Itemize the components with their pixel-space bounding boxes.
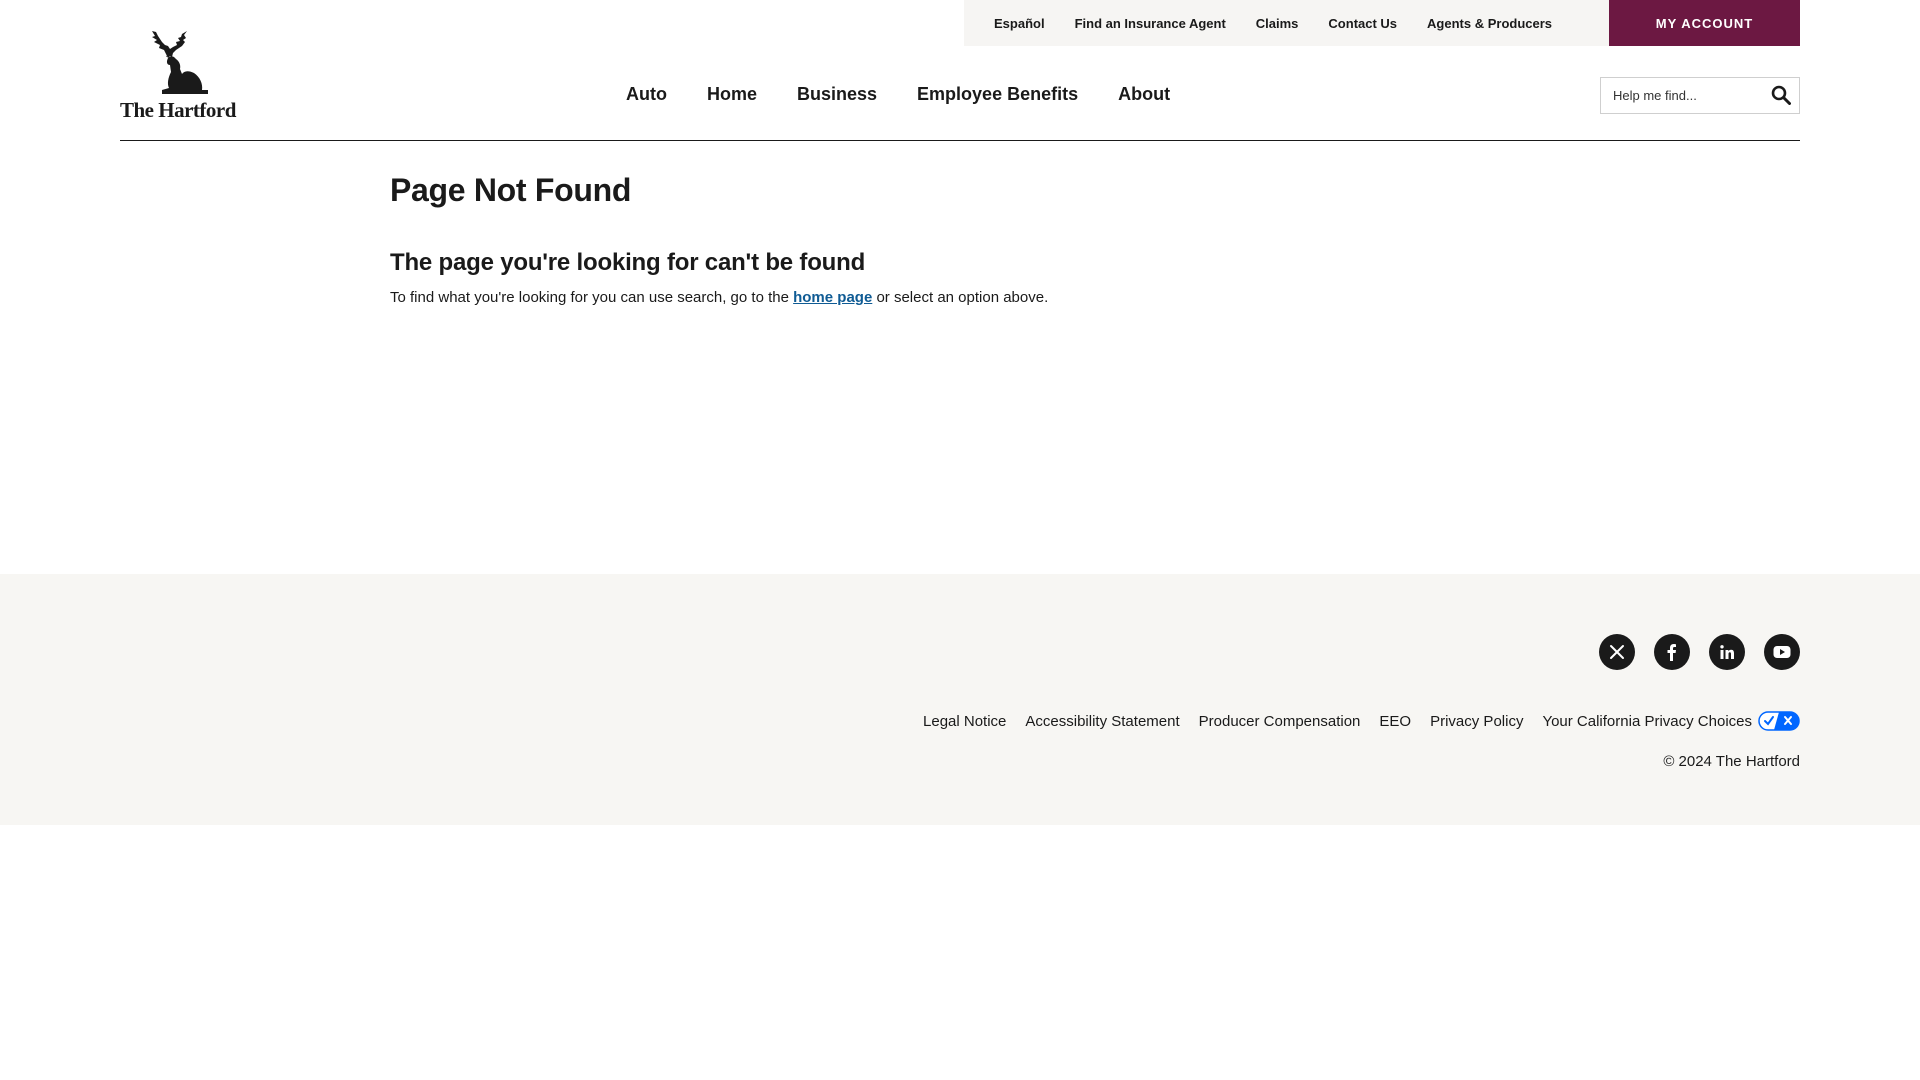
brand-name: The Hartford [120,98,236,122]
stag-logo-icon [152,31,208,94]
error-message: To find what you're looking for you can … [390,289,1490,306]
facebook-icon [1667,644,1676,661]
california-privacy-choices-link[interactable]: Your California Privacy Choices [1542,711,1800,731]
utility-link-espanol[interactable]: Español [994,16,1045,31]
search-icon [1771,85,1791,105]
nav-item-about[interactable]: About [1118,84,1170,105]
utility-link-agents-producers[interactable]: Agents & Producers [1427,16,1552,31]
producer-compensation-link[interactable]: Producer Compensation [1199,713,1361,730]
legal-links: Legal Notice Accessibility Statement Pro… [923,711,1800,731]
youtube-link[interactable] [1764,634,1800,670]
linkedin-icon [1720,645,1734,659]
social-links [1580,634,1800,670]
privacy-choices-toggle-icon [1758,711,1800,731]
my-account-button[interactable]: MY ACCOUNT [1609,0,1800,46]
utility-nav: Español Find an Insurance Agent Claims C… [964,0,1616,46]
privacy-policy-link[interactable]: Privacy Policy [1430,713,1523,730]
nav-item-employee-benefits[interactable]: Employee Benefits [917,84,1078,105]
home-page-link[interactable]: home page [793,289,872,306]
california-privacy-choices-label: Your California Privacy Choices [1542,712,1752,730]
error-message-end: or select an option above. [872,289,1049,306]
nav-item-home[interactable]: Home [707,84,757,105]
error-subheading: The page you're looking for can't be fou… [390,249,866,276]
youtube-icon [1773,646,1791,658]
site-footer: Legal Notice Accessibility Statement Pro… [0,574,1920,825]
linkedin-link[interactable] [1709,634,1745,670]
search-box [1600,77,1800,114]
site-header: The Hartford Español Find an Insurance A… [120,0,1800,141]
utility-link-contact-us[interactable]: Contact Us [1328,16,1397,31]
utility-link-claims[interactable]: Claims [1256,16,1299,31]
error-message-start: To find what you're looking for you can … [390,289,794,306]
x-icon [1610,645,1624,659]
eeo-link[interactable]: EEO [1379,713,1411,730]
nav-item-auto[interactable]: Auto [626,84,667,105]
logo[interactable]: The Hartford [120,28,244,124]
accessibility-statement-link[interactable]: Accessibility Statement [1025,713,1179,730]
page-title: Page Not Found [390,172,632,208]
copyright: © 2024 The Hartford [1663,753,1800,770]
utility-link-find-agent[interactable]: Find an Insurance Agent [1075,16,1226,31]
search-button[interactable] [1767,82,1795,110]
x-link[interactable] [1599,634,1635,670]
facebook-link[interactable] [1654,634,1690,670]
nav-item-business[interactable]: Business [797,84,877,105]
search-input[interactable] [1601,78,1761,113]
main-nav: Auto Home Business Employee Benefits Abo… [626,84,1170,105]
main-content: Page Not Found The page you're looking f… [390,172,1490,306]
legal-notice-link[interactable]: Legal Notice [923,713,1006,730]
